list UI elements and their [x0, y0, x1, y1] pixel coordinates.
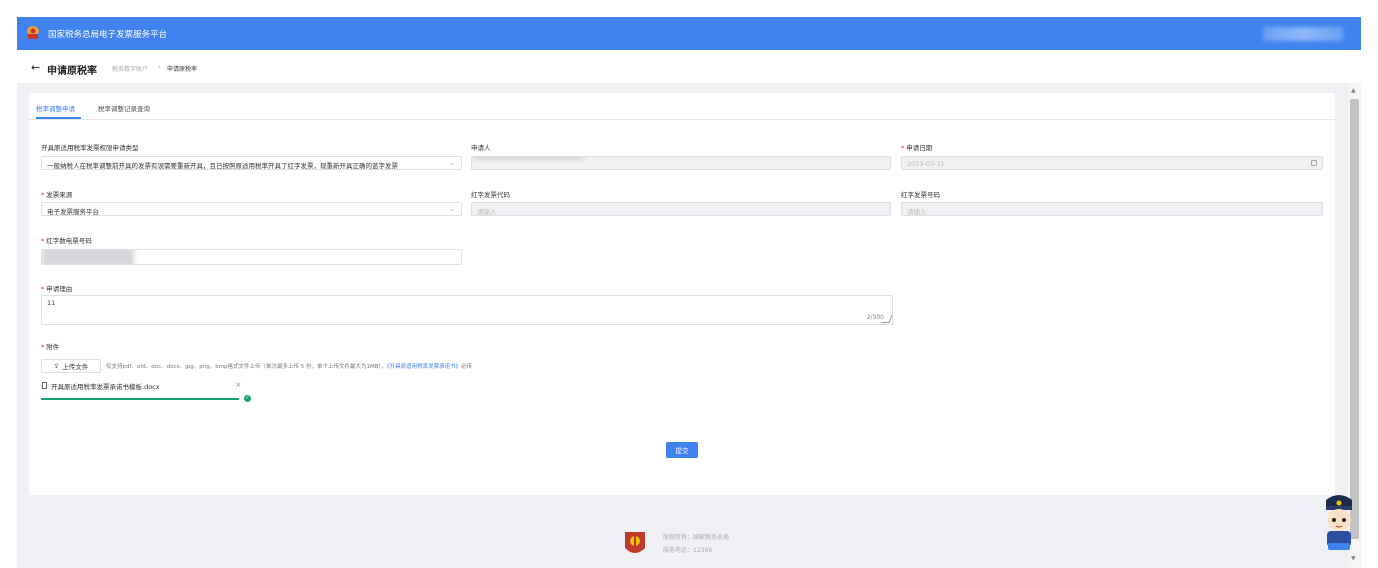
apply-type-select[interactable]: 一般纳税人在税率调整前开具的发票有误需要重新开具，且已按照原适用税率开具了红字发… [41, 156, 462, 170]
apply-type-value: 一般纳税人在税率调整前开具的发票有误需要重新开具，且已按照原适用税率开具了红字发… [47, 162, 398, 170]
remove-file-icon[interactable]: × [235, 380, 242, 389]
red-digital-invoice-value-redacted [42, 250, 134, 264]
chevron-down-icon: ⌄ [449, 159, 455, 167]
invoice-source-value: 电子发票服务平台 [47, 208, 99, 216]
upload-hint: 仅支持pdf、ofd、doc、docx、jpg、png、bmp格式文件上传（单次… [106, 362, 472, 370]
uploaded-file-name[interactable]: 开具原适用税率发票承诺书模板.docx [51, 381, 160, 391]
tab-rate-adjust-apply[interactable]: 税率调整申请 [36, 103, 75, 113]
red-invoice-code-label: 红字发票代码 [471, 191, 510, 199]
invoice-source-label: * 发票来源 [41, 189, 72, 199]
required-mark: * [41, 237, 45, 245]
footer-copyright: 版权所有：国家税务总局 [663, 534, 730, 541]
invoice-source-label-text: 发票来源 [46, 191, 73, 199]
upload-hint-text: 仅支持pdf、ofd、doc、docx、jpg、png、bmp格式文件上传（单次… [106, 364, 387, 370]
uploaded-file-item: 开具原适用税率发票承诺书模板.docx × [41, 380, 242, 393]
applicant-label: 申请人 [471, 144, 491, 152]
apply-date-label: * 申请日期 [901, 142, 932, 152]
user-info[interactable] [1263, 27, 1343, 41]
breadcrumb-bar: ← 申请原税率 税务数字账户 › 申请原税率 [17, 55, 1361, 81]
tax-assistant-avatar-icon[interactable] [1318, 490, 1360, 554]
app-title: 国家税务总局电子发票服务平台 [48, 30, 168, 40]
apply-type-label: 开具原适用税率发票权限申请类型 [41, 144, 139, 152]
footer-hotline: 服务电话：12366 [663, 547, 713, 554]
resize-handle-icon[interactable] [881, 315, 893, 323]
breadcrumb-item-account[interactable]: 税务数字账户 [112, 64, 148, 73]
tab-bar: 税率调整申请 税率调整记录查询 [29, 93, 1335, 120]
breadcrumb-item-current: 申请原税率 [167, 66, 198, 73]
red-invoice-number-placeholder: 请输入 [907, 208, 927, 216]
red-digital-invoice-input[interactable] [41, 249, 462, 265]
scroll-up-arrow-icon[interactable]: ▲ [1351, 87, 1356, 94]
required-mark: * [41, 343, 45, 351]
back-arrow-icon[interactable]: ← [31, 61, 40, 74]
form-card: 税率调整申请 税率调整记录查询 开具原适用税率发票权限申请类型 一般纳税人在税率… [29, 93, 1335, 495]
page-title: 申请原税率 [47, 66, 97, 77]
reason-value: 11 [47, 299, 56, 307]
apply-date-field: 2023-03-31 [901, 156, 1323, 170]
attachment-label-text: 附件 [46, 343, 60, 351]
required-mark: * [41, 285, 45, 293]
top-bar: 国家税务总局电子发票服务平台 [17, 17, 1361, 50]
breadcrumb-separator: › [158, 63, 161, 71]
upload-progress-bar [41, 398, 239, 400]
tab-rate-adjust-records[interactable]: 税率调整记录查询 [98, 103, 150, 113]
tax-bureau-emblem-icon [625, 532, 645, 553]
applicant-value-redacted [474, 157, 584, 160]
red-digital-invoice-label: * 红字数电票号码 [41, 235, 92, 245]
apply-date-label-text: 申请日期 [906, 144, 933, 152]
required-mark: * [41, 191, 45, 199]
red-invoice-number-label: 红字发票号码 [901, 191, 940, 199]
upload-file-button[interactable]: ⇪ 上传文件 [41, 359, 101, 373]
tax-emblem-icon [27, 26, 39, 39]
document-icon [42, 382, 47, 389]
reason-label: * 申请理由 [41, 283, 72, 293]
upload-progress-fill [41, 398, 239, 400]
scrollbar-thumb[interactable] [1350, 99, 1359, 539]
upload-success-check-icon: ✓ [244, 395, 251, 402]
applicant-field [471, 156, 891, 170]
attachment-label: * 附件 [41, 341, 59, 351]
red-invoice-code-placeholder: 请输入 [477, 208, 497, 216]
chevron-down-icon: ⌄ [449, 205, 455, 213]
scroll-down-arrow-icon[interactable]: ▼ [1351, 555, 1356, 562]
upload-hint-suffix: 必传 [461, 364, 473, 370]
commitment-letter-link[interactable]: 《开具原适用税率发票承诺书》 [387, 364, 461, 370]
upload-button-label: 上传文件 [62, 363, 89, 371]
upload-icon: ⇪ [53, 362, 60, 370]
reason-label-text: 申请理由 [46, 285, 73, 293]
required-mark: * [901, 144, 905, 152]
red-invoice-number-input: 请输入 [901, 202, 1323, 216]
reason-textarea[interactable]: 11 2/300 [41, 295, 893, 325]
red-invoice-code-input: 请输入 [471, 202, 891, 216]
active-tab-indicator [36, 117, 81, 119]
apply-date-value: 2023-03-31 [907, 160, 945, 168]
submit-button[interactable]: 提交 [666, 442, 698, 458]
red-digital-invoice-label-text: 红字数电票号码 [46, 237, 92, 245]
invoice-source-select[interactable]: 电子发票服务平台 ⌄ [41, 202, 462, 216]
calendar-icon [1311, 160, 1317, 166]
